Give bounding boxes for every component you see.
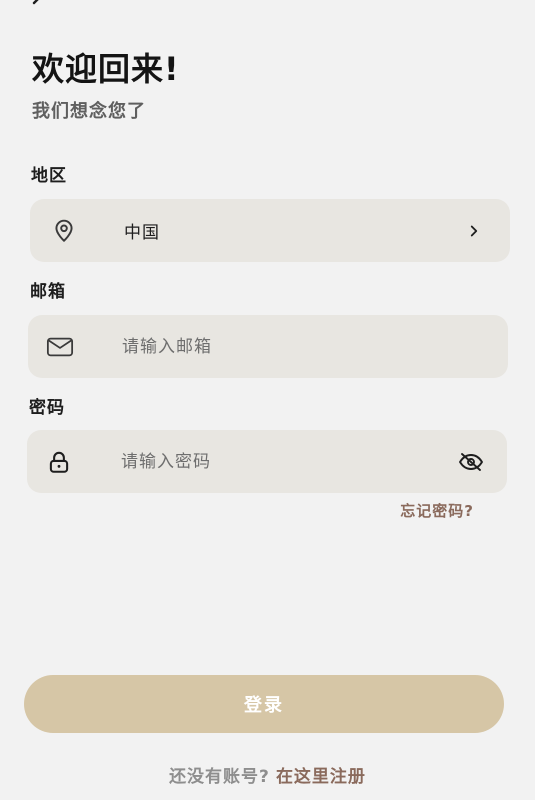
login-button[interactable]: 登录 (24, 675, 504, 733)
register-link[interactable]: 在这里注册 (276, 762, 366, 787)
page-title: 欢迎回来! (32, 50, 180, 88)
forgot-password-link[interactable]: 忘记密码? (400, 500, 474, 521)
password-label: 密码 (29, 398, 65, 418)
email-label: 邮箱 (30, 282, 66, 302)
login-screen: 欢迎回来! 我们想念您了 地区 中国 邮箱 密码 (0, 0, 535, 800)
email-field[interactable] (28, 315, 508, 378)
region-selector[interactable]: 中国 (30, 199, 510, 262)
email-input[interactable] (122, 336, 422, 357)
chevron-right-icon (460, 217, 488, 245)
register-prompt: 还没有账号? (169, 767, 270, 787)
eye-off-icon[interactable] (457, 448, 485, 476)
password-input[interactable] (121, 451, 421, 472)
back-arrow-icon[interactable] (30, 0, 50, 8)
lock-icon (45, 448, 73, 476)
password-field[interactable] (27, 430, 507, 493)
page-subtitle: 我们想念您了 (32, 101, 146, 122)
region-value: 中国 (124, 223, 160, 243)
region-label: 地区 (31, 166, 67, 186)
mail-icon (46, 333, 74, 361)
location-pin-icon (50, 217, 78, 245)
register-row: 还没有账号? 在这里注册 (0, 762, 535, 787)
